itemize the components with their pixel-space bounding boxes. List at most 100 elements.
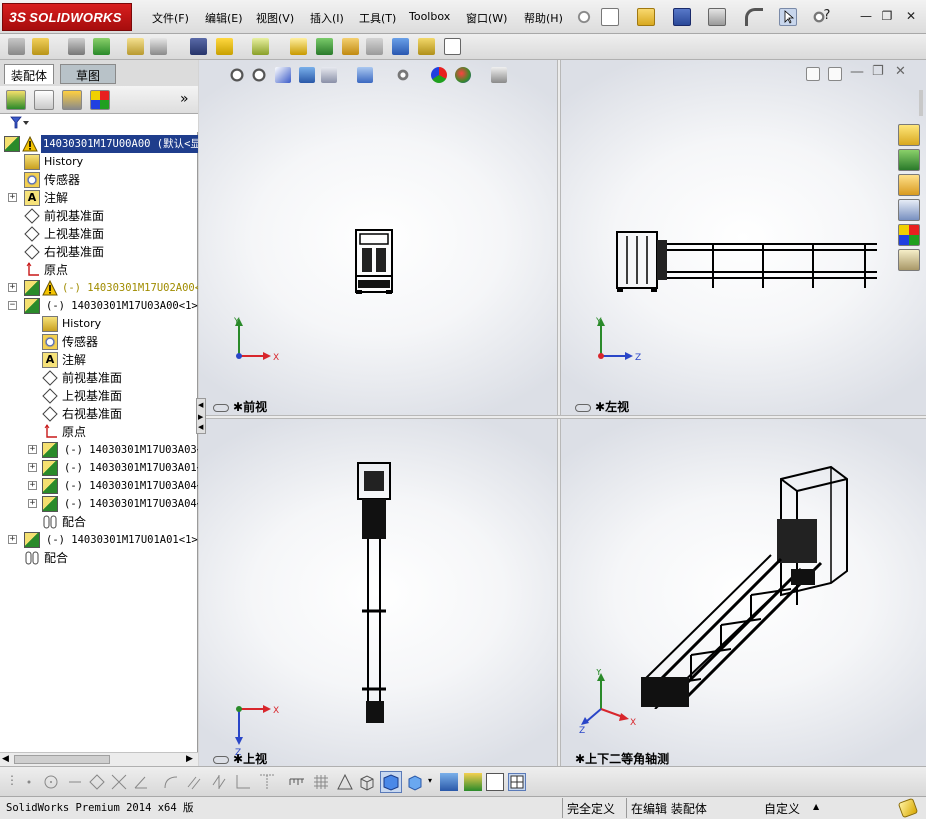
view-settings-icon[interactable]: [491, 67, 507, 83]
new-motion-study-icon[interactable]: [290, 38, 307, 55]
viewport-splitter-horizontal[interactable]: [199, 415, 926, 419]
tree-item-component[interactable]: + (-) 14030301M17U03A01<1>: [0, 459, 198, 477]
appearances-icon[interactable]: [898, 224, 920, 246]
reference-geometry-icon[interactable]: [252, 38, 269, 55]
dimension-icon[interactable]: [234, 773, 252, 791]
show-hidden-icon[interactable]: [190, 38, 207, 55]
menu-insert[interactable]: 插入(I): [310, 10, 344, 26]
linear-pattern-icon[interactable]: [93, 38, 110, 55]
smart-fasteners-icon[interactable]: [127, 38, 144, 55]
explode-line-sketch-icon[interactable]: [366, 38, 383, 55]
interference-detection-icon[interactable]: [392, 38, 409, 55]
shaded-view-button[interactable]: [380, 771, 402, 793]
ruler-icon[interactable]: [288, 773, 306, 791]
relations-icon[interactable]: [258, 773, 276, 791]
dropdown-arrow-icon[interactable]: ▾: [428, 776, 432, 785]
viewport-top[interactable]: X Z ✱上视: [199, 419, 557, 766]
tree-item-component[interactable]: + (-) 14030301M17U01A01<1>: [0, 531, 198, 549]
scroll-right-icon[interactable]: ▶: [186, 754, 193, 764]
view-palette-icon[interactable]: [898, 199, 920, 221]
insert-component-icon[interactable]: [8, 38, 25, 55]
instant3d-icon[interactable]: [444, 38, 461, 55]
viewport-front[interactable]: Y X ✱前视: [199, 60, 557, 415]
zoom-to-area-icon[interactable]: [251, 67, 267, 83]
close-button[interactable]: ✕: [903, 9, 919, 23]
previous-view-icon[interactable]: [275, 67, 291, 83]
expand-toggle[interactable]: +: [28, 445, 37, 454]
tag-icon[interactable]: [897, 797, 919, 819]
configuration-manager-icon[interactable]: [62, 90, 82, 110]
bill-of-materials-icon[interactable]: [316, 38, 333, 55]
graphics-area[interactable]: Y X ✱前视 — ❐ ✕ Y Z ✱左视 X Z ✱上视 Y X Z ✱上下二…: [196, 60, 926, 766]
menu-file[interactable]: 文件(F): [152, 10, 189, 26]
expand-toggle[interactable]: +: [28, 463, 37, 472]
solidworks-resources-icon[interactable]: [898, 124, 920, 146]
tree-item-component[interactable]: + (-) 14030301M17U03A03<1>: [0, 441, 198, 459]
link-views-icon[interactable]: [575, 403, 591, 412]
menu-view[interactable]: 视图(V): [256, 10, 294, 26]
point-icon[interactable]: [20, 773, 38, 791]
menu-tools[interactable]: 工具(T): [359, 10, 396, 26]
clearance-verification-icon[interactable]: [418, 38, 435, 55]
menu-window[interactable]: 窗口(W): [466, 10, 507, 26]
feature-manager-tree-icon[interactable]: [6, 90, 26, 110]
expand-toggle[interactable]: +: [8, 193, 17, 202]
viewport-close-button[interactable]: ✕: [895, 64, 906, 79]
scroll-thumb[interactable]: [14, 755, 110, 764]
restore-button[interactable]: ❐: [879, 9, 895, 23]
exploded-view-icon[interactable]: [342, 38, 359, 55]
mate-icon[interactable]: [68, 38, 85, 55]
help-icon[interactable]: ?: [819, 9, 835, 23]
zoom-to-fit-icon[interactable]: [229, 67, 245, 83]
menu-help[interactable]: 帮助(H): [524, 10, 563, 26]
display-style-icon[interactable]: [357, 67, 373, 83]
tab-sketch[interactable]: 草图: [60, 64, 116, 84]
expand-toggle[interactable]: +: [28, 499, 37, 508]
units-menu-arrow[interactable]: ▲: [813, 802, 819, 811]
tree-item-component[interactable]: + (-) 14030301M17U02A00<1>: [0, 279, 198, 297]
minimize-button[interactable]: —: [858, 9, 874, 23]
units-status[interactable]: 自定义: [722, 798, 800, 818]
panel-collapse-handle[interactable]: ◀ ▶ ◀: [196, 398, 206, 434]
scroll-left-icon[interactable]: ◀: [2, 754, 9, 764]
new-part-icon[interactable]: [32, 38, 49, 55]
expand-panel-icon[interactable]: »: [180, 91, 189, 107]
undo-icon[interactable]: [745, 8, 763, 26]
viewport-restore-button[interactable]: ❐: [872, 64, 884, 79]
open-folder-icon[interactable]: [637, 8, 655, 26]
four-view-icon[interactable]: [508, 773, 526, 791]
section-view-icon[interactable]: [440, 773, 458, 791]
grid-icon[interactable]: [312, 773, 330, 791]
display-mode-icon[interactable]: [406, 773, 424, 791]
viewport-isometric[interactable]: Y X Z ✱上下二等角轴测: [561, 419, 926, 766]
tree-item-component[interactable]: + (-) 14030301M17U03A04<1>: [0, 477, 198, 495]
fillet-icon[interactable]: [162, 773, 180, 791]
file-explorer-icon[interactable]: [898, 174, 920, 196]
expand-toggle[interactable]: +: [28, 481, 37, 490]
section-view-icon[interactable]: [299, 67, 315, 83]
tree-item-component[interactable]: − (-) 14030301M17U03A00<1>: [0, 297, 198, 315]
polygon-icon[interactable]: [88, 773, 106, 791]
tab-assembly[interactable]: 装配体: [4, 64, 55, 84]
trim-icon[interactable]: [110, 773, 128, 791]
component-icon[interactable]: [464, 773, 482, 791]
box-icon[interactable]: [358, 773, 376, 791]
viewport-unlink-icon[interactable]: [828, 67, 842, 81]
assembly-features-icon[interactable]: [216, 38, 233, 55]
menu-edit[interactable]: 编辑(E): [205, 10, 243, 26]
viewport-left[interactable]: — ❐ ✕ Y Z ✱左视: [561, 60, 926, 415]
tree-item-component[interactable]: + (-) 14030301M17U03A04<2>: [0, 495, 198, 513]
move-component-icon[interactable]: [150, 38, 167, 55]
save-icon[interactable]: [673, 8, 691, 26]
new-document-icon[interactable]: [601, 8, 619, 26]
angle-icon[interactable]: [132, 773, 150, 791]
solidworks-logo[interactable]: 3S SOLIDWORKS: [2, 3, 132, 31]
measure-angle-icon[interactable]: [336, 773, 354, 791]
menu-toolbox[interactable]: Toolbox: [409, 10, 450, 23]
viewport-minimize-button[interactable]: —: [850, 64, 864, 80]
display-manager-icon[interactable]: [90, 90, 110, 110]
link-views-icon[interactable]: [213, 403, 229, 412]
single-view-icon[interactable]: [486, 773, 504, 791]
design-library-icon[interactable]: [898, 149, 920, 171]
circle-icon[interactable]: [42, 773, 60, 791]
